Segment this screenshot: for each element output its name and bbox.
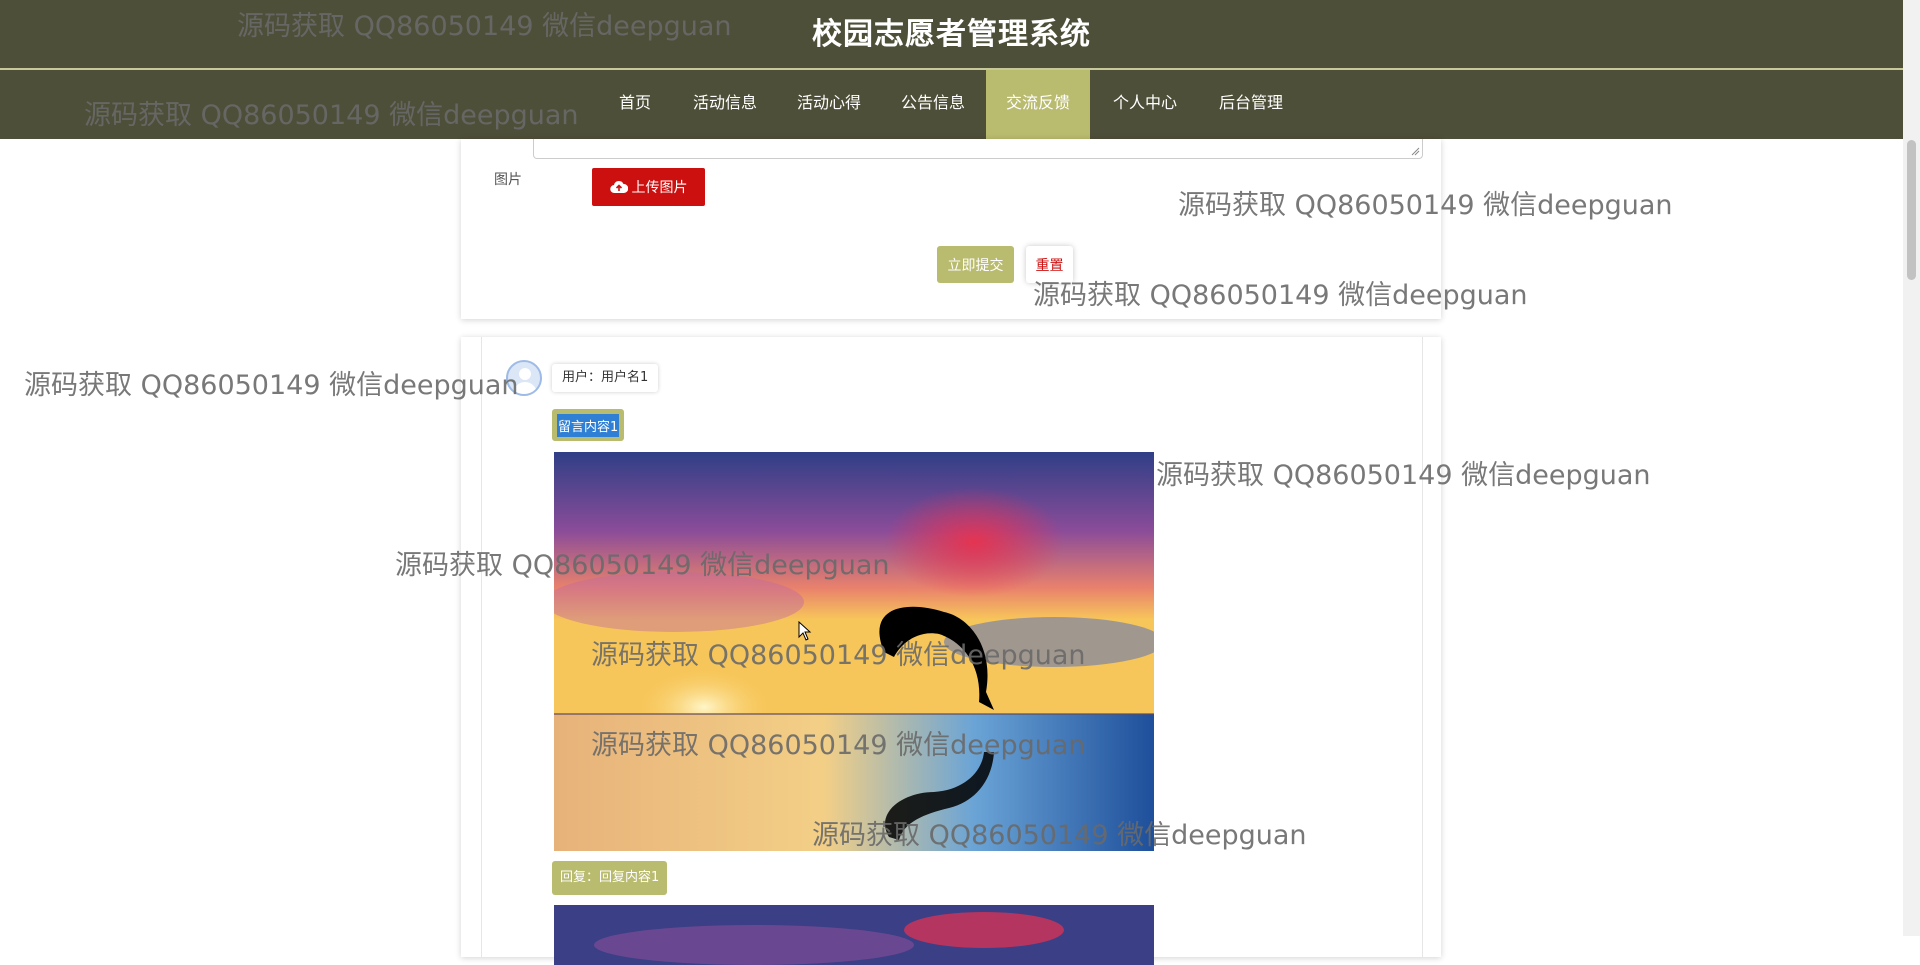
submit-button[interactable]: 立即提交 xyxy=(937,246,1014,283)
reset-button[interactable]: 重置 xyxy=(1026,246,1073,283)
message-content: 留言内容1 xyxy=(552,409,625,441)
feedback-form: 图片 上传图片 立即提交 重置 xyxy=(461,139,1441,319)
nav-item-admin[interactable]: 后台管理 xyxy=(1206,70,1296,139)
message-user: 用户：用户名1 xyxy=(552,364,659,392)
site-title: 校园志愿者管理系统 xyxy=(0,0,1903,70)
upload-image-button[interactable]: 上传图片 xyxy=(592,168,705,206)
user-avatar-icon xyxy=(506,360,542,396)
main-nav: 首页 活动信息 活动心得 公告信息 交流反馈 个人中心 后台管理 xyxy=(0,70,1903,139)
nav-item-announcements[interactable]: 公告信息 xyxy=(888,70,978,139)
resize-handle-icon[interactable] xyxy=(1411,147,1420,156)
watermark: 源码获取 QQ86050149 微信deepguan xyxy=(24,370,519,401)
nav-item-personal-center[interactable]: 个人中心 xyxy=(1100,70,1190,139)
page-scrollbar[interactable] xyxy=(1903,0,1920,936)
message-item: 用户：用户名1 留言内容1 回复：回复内容1 xyxy=(481,337,1423,965)
nav-item-activities[interactable]: 活动信息 xyxy=(680,70,770,139)
scrollbar-thumb[interactable] xyxy=(1907,140,1916,280)
cloud-upload-icon xyxy=(609,180,628,194)
upload-button-label: 上传图片 xyxy=(631,180,688,196)
nav-item-feedback[interactable]: 交流反馈 xyxy=(986,70,1090,139)
message-image xyxy=(554,452,1154,851)
image-field-label: 图片 xyxy=(494,172,522,188)
message-content-text: 留言内容1 xyxy=(557,413,620,437)
nav-item-home[interactable]: 首页 xyxy=(605,70,665,139)
message-textarea[interactable] xyxy=(533,139,1423,159)
mouse-cursor-icon xyxy=(798,621,812,641)
message-list: 用户：用户名1 留言内容1 回复：回复内容1 xyxy=(461,337,1441,965)
reply-content: 回复：回复内容1 xyxy=(552,861,668,895)
nav-item-experiences[interactable]: 活动心得 xyxy=(784,70,874,139)
reply-image xyxy=(554,905,1154,965)
